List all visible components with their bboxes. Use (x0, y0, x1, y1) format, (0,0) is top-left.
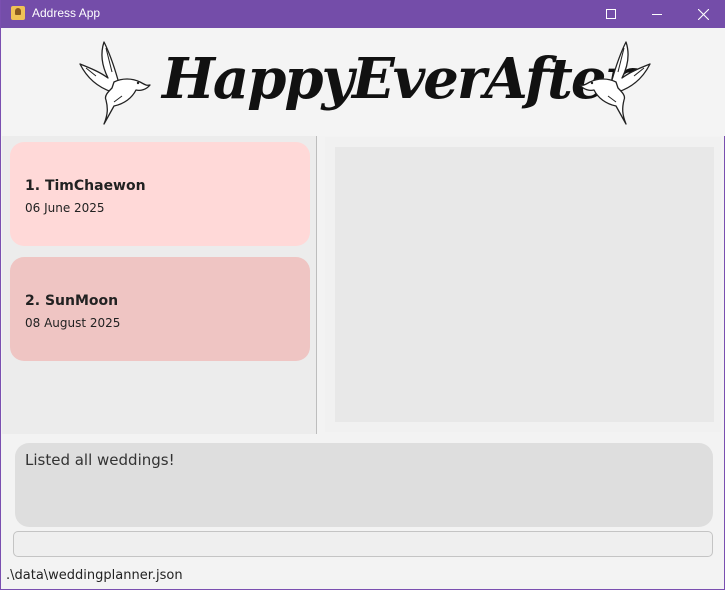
app-window: Address App HappyEverAfter 1. TimChaewon… (0, 0, 725, 590)
maximize-icon (606, 9, 616, 19)
app-icon (11, 6, 25, 20)
wedding-card-date: 06 June 2025 (25, 201, 105, 215)
wedding-card-name: 1. TimChaewon (25, 178, 146, 194)
result-message: Listed all weddings! (25, 451, 175, 469)
maximize-button[interactable] (588, 0, 634, 28)
minimize-button[interactable] (634, 0, 680, 28)
close-button[interactable] (680, 0, 725, 28)
minimize-icon (652, 14, 662, 15)
wedding-card-index: 1. (25, 178, 41, 194)
command-input[interactable] (13, 531, 713, 557)
wedding-card-date: 08 August 2025 (25, 316, 121, 330)
dove-icon (79, 41, 151, 125)
wedding-card[interactable]: 2. SunMoon 08 August 2025 (10, 257, 310, 361)
wedding-card-index: 2. (25, 293, 41, 309)
status-bar-file-path: .\data\weddingplanner.json (6, 568, 183, 583)
result-display: Listed all weddings! (15, 443, 713, 527)
wedding-list-panel[interactable]: 1. TimChaewon 06 June 2025 2. SunMoon 08… (2, 136, 316, 434)
header-banner: HappyEverAfter (2, 28, 725, 136)
wedding-detail-view (335, 147, 714, 422)
app-logo: HappyEverAfter (162, 46, 634, 112)
wedding-card-name: 2. SunMoon (25, 293, 118, 309)
panel-splitter[interactable] (316, 136, 317, 434)
close-icon (697, 8, 709, 20)
title-bar[interactable]: Address App (1, 0, 725, 28)
window-title: Address App (32, 6, 101, 20)
wedding-card[interactable]: 1. TimChaewon 06 June 2025 (10, 142, 310, 246)
wedding-detail-panel (325, 137, 721, 432)
dove-icon (579, 41, 651, 125)
wedding-card-title: TimChaewon (44, 178, 146, 194)
wedding-card-title: SunMoon (44, 293, 119, 309)
